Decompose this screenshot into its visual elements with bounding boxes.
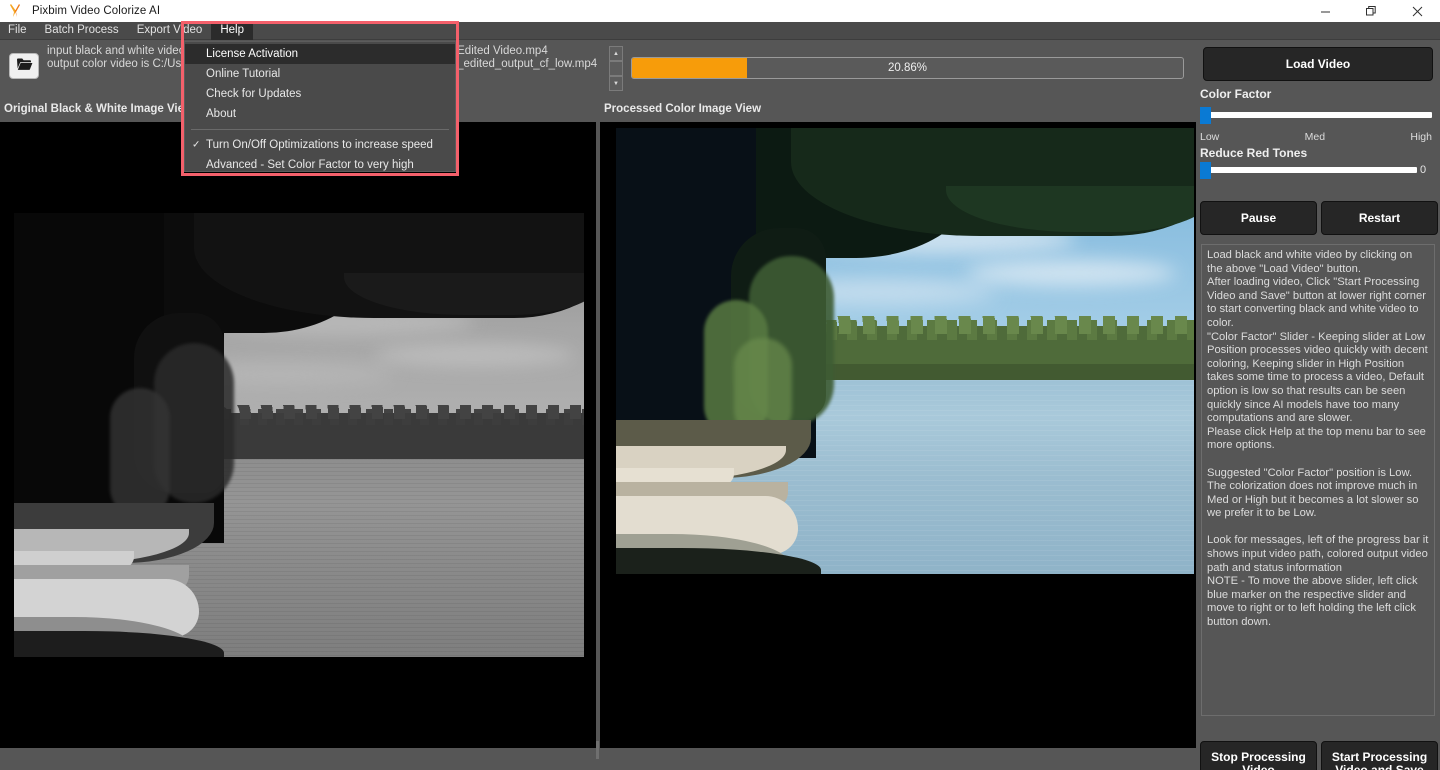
help-menu-item-check-for-updates[interactable]: Check for Updates [185,84,455,104]
help-dropdown-menu: License Activation Online Tutorial Check… [184,41,456,172]
menu-help[interactable]: Help [211,22,253,40]
folder-open-icon [16,57,33,76]
title-bar: Pixbim Video Colorize AI [0,0,1440,22]
color-factor-label: Color Factor [1200,87,1271,101]
horizontal-scrollbar[interactable] [596,741,599,759]
start-processing-button[interactable]: Start Processing Video and Save [1321,741,1438,770]
original-view-header: Original Black & White Image View [4,103,193,115]
control-sidebar: Load Video Color Factor Low Med High Red… [1196,41,1440,770]
help-menu-item-online-tutorial[interactable]: Online Tutorial [185,64,455,84]
processed-image-pane [600,122,1196,748]
menu-export-video[interactable]: Export Video [128,22,212,40]
reduce-red-value: 0 [1420,164,1426,176]
reduce-red-tones-label: Reduce Red Tones [1200,146,1307,160]
help-menu-item-about[interactable]: About [185,104,455,124]
help-menu-label: Turn On/Off Optimizations to increase sp… [206,139,433,151]
message-panel: input black and white video is C:/Users/… [0,41,1196,97]
progress-bar: 20.86% [631,57,1184,79]
color-factor-slider-handle[interactable] [1200,107,1211,124]
menu-bar: File Batch Process Export Video Help [0,22,1440,40]
open-folder-button[interactable] [9,53,39,79]
reduce-red-slider-handle[interactable] [1200,162,1211,179]
spinner-track[interactable] [609,61,623,76]
color-factor-ticks: Low Med High [1200,131,1432,143]
tick-low: Low [1200,131,1219,143]
window-controls [1302,0,1440,22]
help-menu-label: Advanced - Set Color Factor to very high [206,159,414,171]
help-menu-separator [191,129,449,130]
help-menu-item-advanced-color-factor[interactable]: Advanced - Set Color Factor to very high [185,155,455,175]
help-menu-item-license-activation[interactable]: License Activation [185,44,455,64]
checkmark-icon: ✓ [192,140,200,151]
processed-view-header: Processed Color Image View [604,103,761,115]
progress-bar-label: 20.86% [632,58,1183,78]
help-menu-item-toggle-optimizations[interactable]: ✓ Turn On/Off Optimizations to increase … [185,135,455,155]
instructions-panel: Load black and white video by clicking o… [1201,244,1435,716]
restart-button[interactable]: Restart [1321,201,1438,235]
spinner-up-icon[interactable]: ▲ [609,46,623,61]
window-title: Pixbim Video Colorize AI [32,5,160,17]
message-spinner[interactable]: ▲ ▼ [609,46,623,91]
help-menu-label: About [206,108,236,120]
help-menu-label: Online Tutorial [206,68,280,80]
menu-batch-process[interactable]: Batch Process [36,22,128,40]
instructions-text: Load black and white video by clicking o… [1207,249,1429,630]
processed-color-image [616,128,1194,574]
pause-button[interactable]: Pause [1200,201,1317,235]
stop-processing-button[interactable]: Stop Processing Video [1200,741,1317,770]
minimize-button[interactable] [1302,0,1348,22]
help-menu-label: Check for Updates [206,88,301,100]
tick-med: Med [1305,131,1325,143]
help-menu-label: License Activation [206,48,298,60]
tick-high: High [1410,131,1432,143]
original-image-pane [0,122,596,748]
application-window: Pixbim Video Colorize AI File Batch Proc… [0,0,1440,770]
maximize-restore-icon[interactable] [1348,0,1394,22]
pixbim-logo-icon [8,3,24,19]
menu-file[interactable]: File [0,22,36,40]
spinner-down-icon[interactable]: ▼ [609,76,623,91]
original-bw-image [14,213,584,657]
close-button[interactable] [1394,0,1440,22]
reduce-red-tones-slider[interactable] [1200,167,1417,173]
load-video-button[interactable]: Load Video [1203,47,1433,81]
color-factor-slider[interactable] [1200,112,1432,118]
